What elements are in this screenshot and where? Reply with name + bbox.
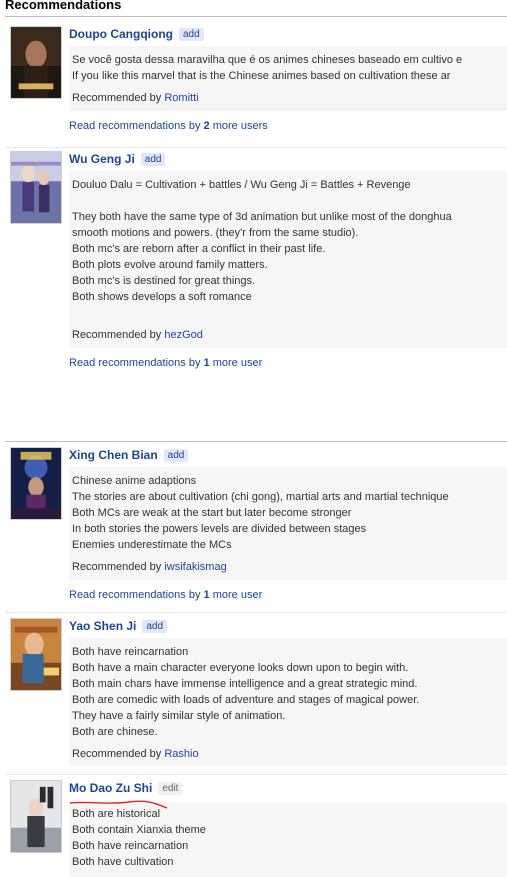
rec-text-line: Both mc's are reborn after a conflict in… [72, 243, 326, 255]
add-button[interactable]: add [163, 449, 189, 462]
rec-text-line: Both have reincarnation [72, 646, 189, 658]
rec-text-line: Chinese anime adaptions [72, 475, 197, 487]
section-title: Recommendations [5, 0, 122, 12]
rec-text-line: Both have cultivation [72, 856, 174, 868]
more-recommendations-link[interactable]: Read recommendations by 2 more users [69, 120, 268, 132]
section-title-rule [5, 16, 507, 17]
rec-text-line: smooth motions and powers. (they'r from … [72, 227, 359, 239]
rec-text-line: Both have a main character everyone look… [72, 662, 409, 674]
rec-text-line: Both contain Xianxia theme [72, 824, 206, 836]
rec-title-link[interactable]: Wu Geng Ji [69, 152, 135, 166]
rec-text-line: Both shows develops a soft romance [72, 291, 252, 303]
rec-title-link[interactable]: Mo Dao Zu Shi [69, 781, 152, 795]
recommended-by: Recommended by Rashio [72, 748, 199, 760]
rec-title-link[interactable]: Xing Chen Bian [69, 448, 158, 462]
rec-text-line: They have a fairly similar style of anim… [72, 710, 286, 722]
rec-text-line: Douluo Dalu = Cultivation + battles / Wu… [72, 179, 411, 191]
recommendation-item: Yao Shen Ji add Both have reincarnation B… [5, 612, 507, 774]
add-button[interactable]: add [178, 28, 204, 41]
add-button[interactable]: add [142, 620, 168, 633]
rec-text-line [72, 305, 507, 321]
recommended-by: Recommended by hezGod [72, 329, 203, 341]
anime-poster-thumbnail[interactable] [10, 618, 62, 691]
anime-poster-thumbnail[interactable] [10, 447, 62, 520]
recommendation-item: Doupo Cangqiong add Se você gosta dessa m… [5, 19, 507, 147]
rec-text-line: Both mc's is destined for great things. [72, 275, 256, 287]
rec-text-line: Both plots evolve around family matters. [72, 259, 268, 271]
rec-body: Chinese anime adaptions The stories are … [69, 467, 507, 580]
recommendation-item: Xing Chen Bian add Chinese anime adaption… [5, 441, 507, 612]
rec-text-line: Both main chars have immense intelligenc… [72, 678, 418, 690]
rec-text-line [72, 193, 507, 209]
anime-poster-thumbnail[interactable] [10, 26, 62, 99]
rec-text-line: In both stories the powers levels are di… [72, 523, 367, 535]
recommended-by: Recommended by iwsifakismag [72, 561, 227, 573]
rec-body: Both are historical Both contain Xianxia… [69, 803, 507, 877]
recommender-user-link[interactable]: hezGod [164, 329, 203, 341]
rec-body: Both have reincarnation Both have a main… [69, 638, 507, 766]
anime-poster-thumbnail[interactable] [10, 780, 62, 853]
more-recommendations-link[interactable]: Read recommendations by 1 more user [69, 357, 262, 369]
rec-title-link[interactable]: Yao Shen Ji [69, 619, 136, 633]
rec-text-line: Both have reincarnation [72, 840, 189, 852]
recommendation-item: Wu Geng Ji add Douluo Dalu = Cultivation … [5, 147, 507, 380]
rec-title-link[interactable]: Doupo Cangqiong [69, 27, 173, 41]
recommender-user-link[interactable]: Romitti [164, 92, 198, 104]
rec-text-line: Se você gosta dessa maravilha que é os a… [72, 54, 463, 66]
more-recommendations-link[interactable]: Read recommendations by 1 more user [69, 589, 262, 601]
red-underline-annotation [69, 800, 168, 809]
rec-body: Se você gosta dessa maravilha que é os a… [69, 46, 507, 111]
rec-text-line: The stories are about cultivation (chi g… [72, 491, 449, 503]
rec-text-line: Both MCs are weak at the start but later… [72, 507, 352, 519]
rec-text-line: Both are comedic with loads of adventure… [72, 694, 420, 706]
rec-text-line: They both have the same type of 3d anima… [72, 211, 452, 223]
anime-poster-thumbnail[interactable] [10, 151, 62, 224]
recommender-user-link[interactable]: iwsifakismag [164, 561, 226, 573]
recommendation-item: Mo Dao Zu Shi edit Both are historical Bo… [5, 774, 507, 877]
rec-text-line: Enemies underestimate the MCs [72, 539, 232, 551]
recommender-user-link[interactable]: Rashio [164, 748, 198, 760]
rec-body: Douluo Dalu = Cultivation + battles / Wu… [69, 171, 507, 348]
recommended-by: Recommended by Romitti [72, 92, 199, 104]
edit-button[interactable]: edit [158, 782, 183, 795]
rec-text-line: Both are chinese. [72, 726, 158, 738]
add-button[interactable]: add [140, 153, 166, 166]
rec-text-line: If you like this marvel that is the Chin… [72, 70, 451, 82]
